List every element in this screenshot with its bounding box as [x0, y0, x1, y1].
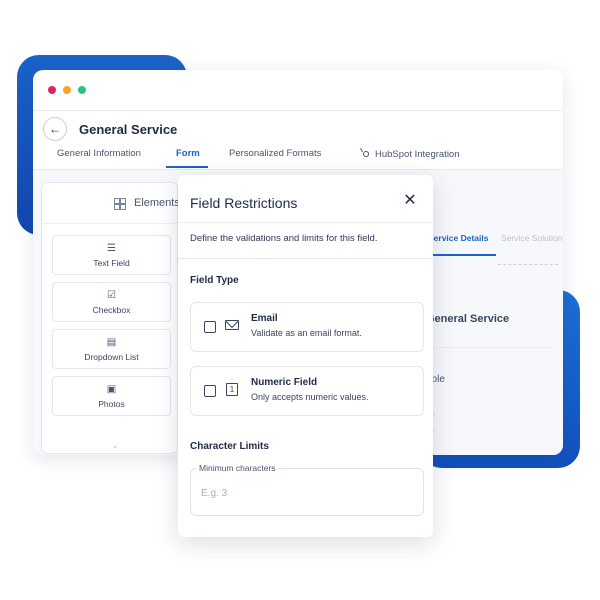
elements-panel-header: Elements	[42, 183, 180, 224]
divider	[498, 264, 558, 265]
number-icon: 1	[226, 383, 238, 396]
grid-icon	[114, 198, 126, 210]
back-button[interactable]: ←	[43, 117, 67, 141]
minimum-characters-input[interactable]	[199, 487, 413, 500]
option-name: Email	[251, 313, 278, 324]
minimum-characters-label: Minimum characters	[197, 463, 278, 473]
elements-panel: Elements ☰ Text Field ☑ Checkbox ▤ Dropd…	[41, 182, 180, 454]
element-checkbox[interactable]: ☑ Checkbox	[52, 282, 171, 322]
envelope-icon	[225, 320, 239, 330]
option-numeric-field[interactable]: 1 Numeric Field Only accepts numeric val…	[190, 366, 424, 416]
window-close-dot[interactable]	[48, 86, 56, 94]
divider	[178, 258, 433, 259]
modal-title: Field Restrictions	[190, 195, 298, 211]
numeric-checkbox[interactable]	[204, 385, 216, 397]
section-title: General Service	[426, 313, 510, 325]
close-button[interactable]: ✕	[400, 191, 420, 211]
option-email[interactable]: Email Validate as an email format.	[190, 302, 424, 352]
character-limits-label: Character Limits	[190, 441, 269, 452]
checkbox-icon: ☑	[107, 290, 116, 301]
tab-personalized-formats[interactable]: Personalized Formats	[229, 148, 321, 159]
element-label: Photos	[98, 399, 125, 409]
tab-bar: General Information Form Personalized Fo…	[33, 143, 563, 170]
elements-panel-title: Elements	[134, 197, 180, 209]
tab-hubspot-label: HubSpot Integration	[375, 149, 460, 160]
tab-hubspot-integration[interactable]: HubSpot Integration	[360, 148, 460, 160]
field-restrictions-modal: Field Restrictions ✕ Define the validati…	[178, 175, 433, 537]
divider	[178, 222, 433, 223]
element-label: Dropdown List	[84, 352, 139, 362]
page-header: ← General Service	[43, 117, 177, 141]
divider	[426, 347, 556, 348]
arrow-left-icon: ←	[49, 122, 61, 136]
element-label: Checkbox	[92, 305, 131, 315]
element-photos[interactable]: ▣ Photos	[52, 376, 171, 416]
option-description: Validate as an email format.	[251, 328, 362, 338]
option-description: Only accepts numeric values.	[251, 392, 369, 402]
tab-service-solution[interactable]: Service Solution	[501, 233, 562, 243]
window-maximize-dot[interactable]	[78, 86, 86, 94]
hubspot-icon	[360, 148, 370, 158]
tab-service-details[interactable]: Service Details	[428, 233, 488, 243]
page-title: General Service	[79, 121, 178, 137]
dropdown-list-icon: ▤	[106, 337, 117, 348]
modal-description: Define the validations and limits for th…	[190, 233, 378, 244]
element-text-field[interactable]: ☰ Text Field	[52, 235, 171, 275]
option-name: Numeric Field	[251, 377, 318, 388]
element-label: Text Field	[93, 258, 130, 268]
close-icon: ✕	[403, 192, 417, 209]
minimum-characters-field[interactable]: Minimum characters	[190, 463, 424, 516]
window-titlebar	[33, 70, 563, 111]
window-minimize-dot[interactable]	[63, 86, 71, 94]
text-field-icon: ☰	[107, 243, 116, 254]
active-tab-indicator	[166, 166, 208, 168]
chevron-down-icon[interactable]: ⌄	[112, 441, 119, 450]
photo-icon: ▣	[106, 384, 117, 395]
tab-form[interactable]: Form	[176, 148, 200, 159]
field-type-label: Field Type	[190, 275, 239, 286]
active-subtab-indicator	[426, 254, 496, 256]
email-checkbox[interactable]	[204, 321, 216, 333]
element-dropdown-list[interactable]: ▤ Dropdown List	[52, 329, 171, 369]
tab-general-information[interactable]: General Information	[57, 148, 141, 159]
